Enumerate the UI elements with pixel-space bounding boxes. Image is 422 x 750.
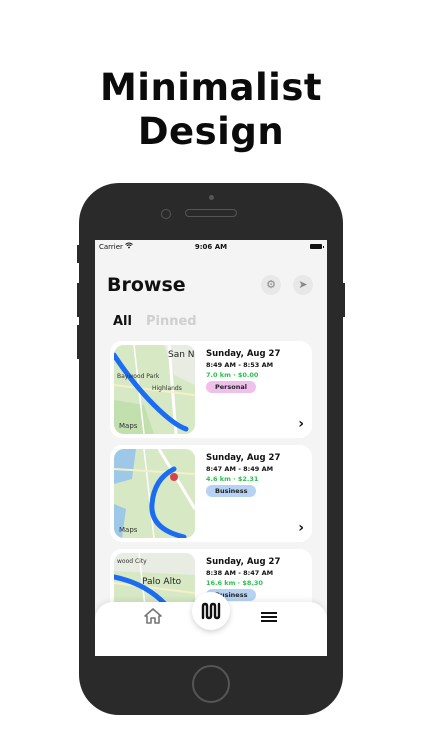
home-tab[interactable] bbox=[144, 608, 162, 629]
settings-icon: ⚙ bbox=[266, 278, 276, 291]
volume-down-button bbox=[77, 325, 80, 359]
earpiece-speaker bbox=[185, 209, 237, 217]
chevron-right-icon[interactable]: › bbox=[298, 416, 304, 432]
app-screen: Carrier 9:06 AM Browse ⚙ ➤ All Pinned Sa… bbox=[95, 240, 327, 656]
status-time: 9:06 AM bbox=[194, 243, 228, 251]
map-label: wood City bbox=[117, 558, 147, 565]
trip-time: 8:47 AM - 8:49 AM bbox=[206, 465, 274, 473]
map-label: Palo Alto bbox=[142, 577, 182, 587]
maps-attribution: Maps bbox=[119, 526, 138, 534]
proximity-sensor bbox=[209, 195, 214, 200]
trips-icon bbox=[201, 602, 221, 620]
headline-line1: Minimalist bbox=[99, 66, 323, 109]
tab-pinned[interactable]: Pinned bbox=[146, 314, 197, 329]
menu-icon bbox=[261, 612, 277, 622]
trip-card[interactable]: San N Baywood Park Highlands Maps Sunday… bbox=[110, 341, 312, 438]
home-icon bbox=[144, 608, 162, 624]
trip-date: Sunday, Aug 27 bbox=[206, 557, 281, 567]
settings-button[interactable]: ⚙ bbox=[261, 275, 281, 295]
page-title: Browse bbox=[107, 274, 186, 296]
trip-map: Maps bbox=[114, 449, 195, 538]
headline: Minimalist Design bbox=[0, 66, 422, 154]
trip-distance-cost: 16.6 km · $8.30 bbox=[206, 579, 263, 587]
trip-tag: Personal bbox=[206, 381, 256, 393]
front-camera bbox=[161, 209, 171, 219]
battery-icon bbox=[310, 244, 324, 249]
power-button bbox=[342, 283, 345, 317]
chevron-right-icon[interactable]: › bbox=[298, 520, 304, 536]
trip-time: 8:38 AM - 8:47 AM bbox=[206, 569, 274, 577]
home-hardware-button[interactable] bbox=[192, 665, 230, 703]
status-bar: Carrier 9:06 AM bbox=[95, 240, 327, 254]
map-label: Baywood Park bbox=[117, 373, 160, 380]
trips-tab[interactable] bbox=[192, 592, 230, 630]
trip-time: 8:49 AM - 8:53 AM bbox=[206, 361, 274, 369]
trip-tag: Business bbox=[206, 485, 257, 497]
menu-tab[interactable] bbox=[261, 608, 277, 627]
location-icon: ➤ bbox=[298, 278, 308, 291]
location-button[interactable]: ➤ bbox=[293, 275, 313, 295]
maps-attribution: Maps bbox=[119, 422, 138, 430]
trip-distance-cost: 4.6 km · $2.31 bbox=[206, 475, 259, 483]
map-label: San N bbox=[168, 350, 195, 360]
trip-distance-cost: 7.0 km · $0.00 bbox=[206, 371, 259, 379]
tab-all[interactable]: All bbox=[113, 314, 132, 329]
map-label: Highlands bbox=[152, 385, 182, 392]
trip-date: Sunday, Aug 27 bbox=[206, 349, 281, 359]
trip-map: San N Baywood Park Highlands Maps bbox=[114, 345, 195, 434]
mute-switch bbox=[77, 245, 80, 263]
headline-line2: Design bbox=[137, 110, 285, 153]
trip-card[interactable]: Maps Sunday, Aug 27 8:47 AM - 8:49 AM 4.… bbox=[110, 445, 312, 542]
tab-bar bbox=[95, 592, 327, 656]
trip-date: Sunday, Aug 27 bbox=[206, 453, 281, 463]
volume-up-button bbox=[77, 283, 80, 317]
